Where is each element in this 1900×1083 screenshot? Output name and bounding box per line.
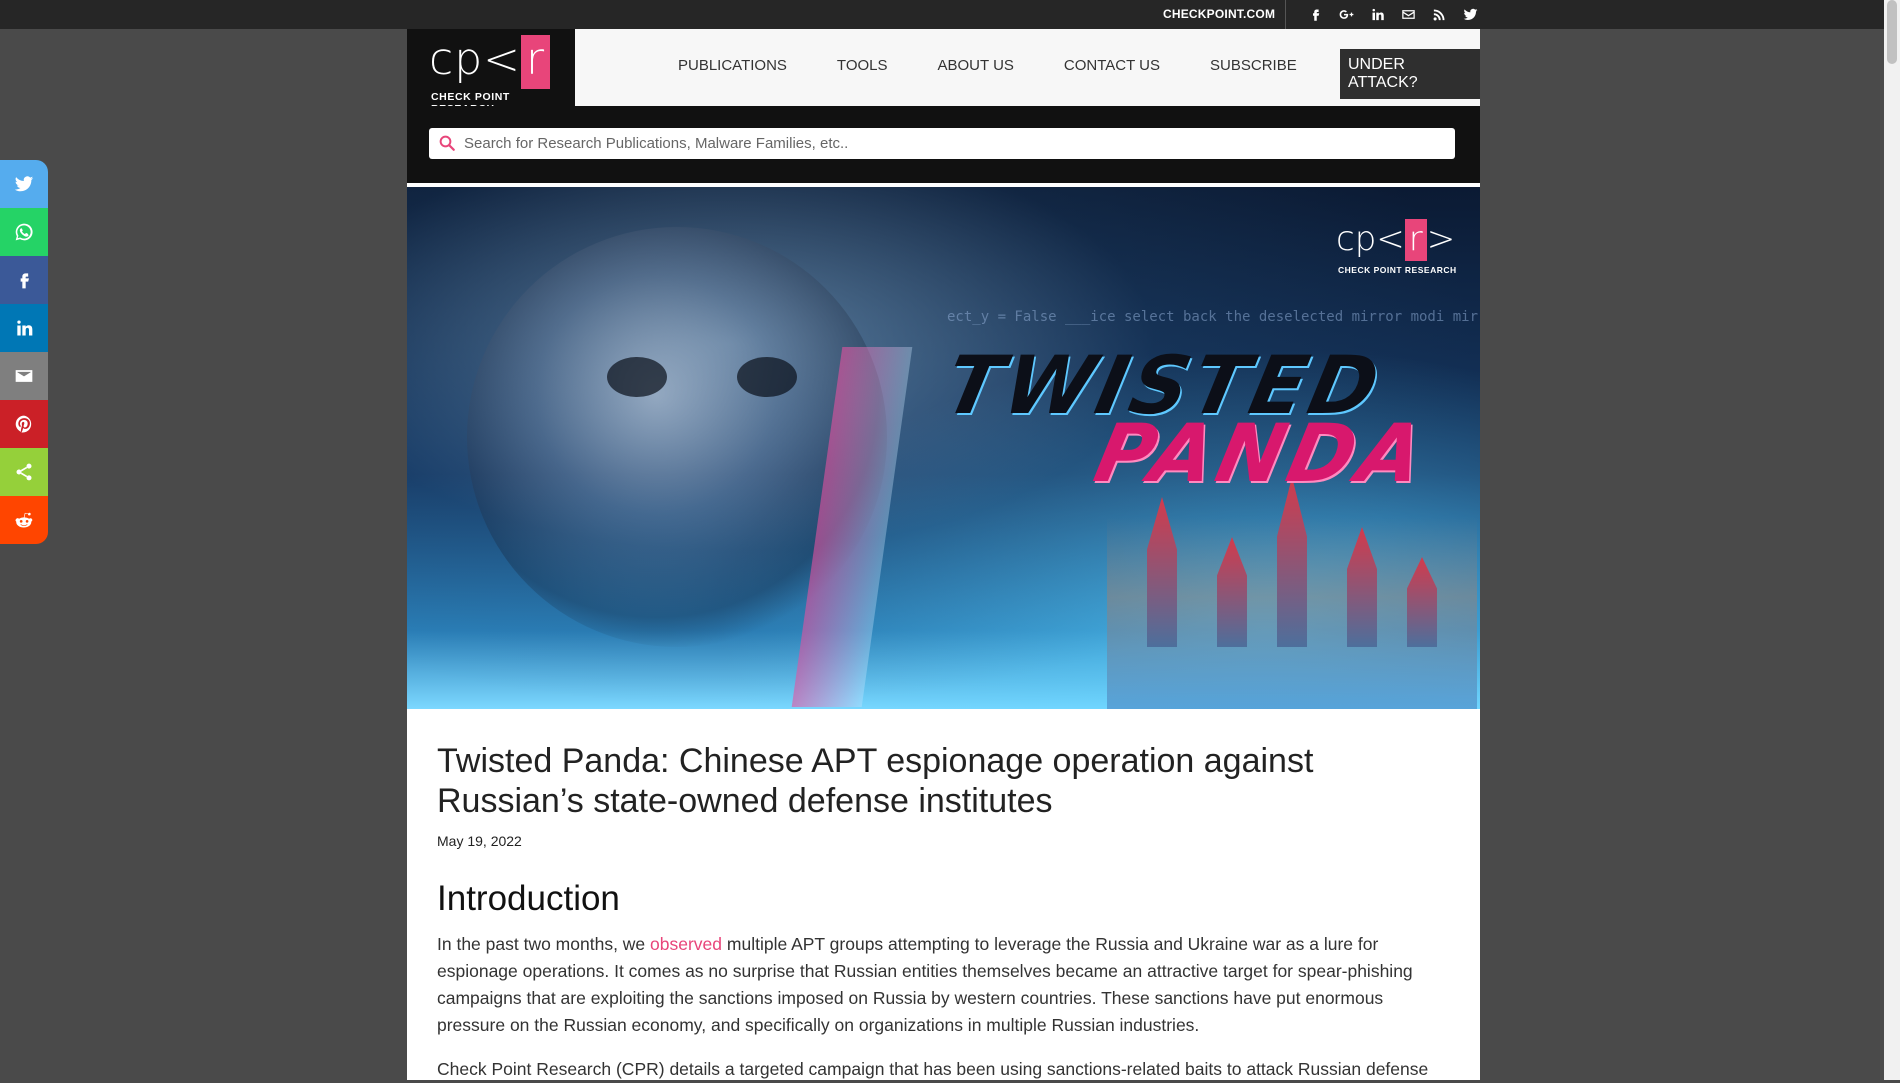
google-plus-icon[interactable] — [1331, 7, 1362, 22]
observed-link[interactable]: observed — [650, 934, 722, 954]
pinterest-share-button[interactable] — [0, 400, 48, 448]
logo-text: CHECK POINT RESEARCH — [1338, 265, 1457, 275]
under-attack-button[interactable]: UNDER ATTACK? — [1340, 49, 1480, 99]
search-bar — [407, 106, 1480, 183]
sharethis-share-button[interactable] — [0, 448, 48, 496]
nav-contact-us[interactable]: CONTACT US — [1064, 57, 1160, 74]
search-box[interactable] — [429, 128, 1455, 159]
rss-icon[interactable] — [1424, 7, 1455, 22]
share-icon — [16, 463, 32, 481]
article-date: May 19, 2022 — [437, 833, 522, 849]
panda-eye-graphic — [737, 357, 797, 397]
paragraph: Check Point Research (CPR) details a tar… — [437, 1059, 1429, 1079]
nav-publications[interactable]: PUBLICATIONS — [678, 57, 787, 74]
mail-icon[interactable] — [1393, 7, 1424, 22]
article-title: Twisted Panda: Chinese APT espionage ope… — [437, 742, 1314, 820]
search-icon — [439, 135, 455, 151]
paragraph-text: In the past two months, we — [437, 934, 651, 954]
spire-graphic — [1217, 537, 1247, 647]
mail-icon — [15, 370, 33, 382]
twitter-icon[interactable] — [1455, 7, 1486, 22]
share-bar — [0, 160, 48, 544]
kremlin-graphic — [1107, 477, 1477, 709]
email-share-button[interactable] — [0, 352, 48, 400]
facebook-icon[interactable] — [1300, 7, 1331, 22]
hero-cpr-logo: cp< r > CHECK POINT RESEARCH — [1336, 217, 1457, 275]
main-nav: PUBLICATIONS TOOLS ABOUT US CONTACT US S… — [678, 57, 1347, 74]
linkedin-share-button[interactable] — [0, 304, 48, 352]
hero-code-text: ect_y = False ___ice select back the des… — [947, 309, 1480, 325]
linkedin-icon — [17, 320, 33, 336]
divider — [1285, 0, 1286, 29]
section-heading: Introduction — [437, 879, 620, 918]
cpr-logo[interactable]: cp<r> CHECK POINT RESEARCH — [407, 29, 575, 142]
nav-subscribe[interactable]: SUBSCRIBE — [1210, 57, 1297, 74]
spire-graphic — [1277, 477, 1307, 647]
pinterest-icon — [15, 415, 32, 433]
panda-eye-graphic — [607, 357, 667, 397]
top-bar: CHECKPOINT.COM — [0, 0, 1900, 29]
twitter-share-button[interactable] — [0, 160, 48, 208]
main-column: cp<r> CHECK POINT RESEARCH PUBLICATIONS … — [407, 29, 1480, 1080]
nav-about-us[interactable]: ABOUT US — [938, 57, 1014, 74]
hero-title-line2: PANDA — [1087, 407, 1436, 500]
paragraph: In the past two months, we observed mult… — [437, 931, 1447, 1039]
scrollbar-thumb[interactable] — [1887, 0, 1897, 64]
checkpoint-link[interactable]: CHECKPOINT.COM — [1163, 7, 1275, 21]
social-links — [1300, 0, 1486, 29]
reddit-icon — [15, 512, 33, 528]
article-body: Twisted Panda: Chinese APT espionage ope… — [407, 709, 1480, 1080]
reddit-share-button[interactable] — [0, 496, 48, 544]
facebook-share-button[interactable] — [0, 256, 48, 304]
whatsapp-share-button[interactable] — [0, 208, 48, 256]
nav-tools[interactable]: TOOLS — [837, 57, 888, 74]
facebook-icon — [20, 273, 29, 289]
logo-mark: cp<r> — [1336, 219, 1456, 261]
search-input[interactable] — [462, 134, 1446, 153]
spire-graphic — [1147, 497, 1177, 647]
whatsapp-icon — [15, 223, 33, 241]
site-header: cp<r> CHECK POINT RESEARCH PUBLICATIONS … — [407, 29, 1480, 142]
spire-graphic — [1347, 527, 1377, 647]
hero-image: ect_y = False ___ice select back the des… — [407, 187, 1480, 709]
linkedin-icon[interactable] — [1362, 7, 1393, 22]
scrollbar-track[interactable] — [1884, 0, 1900, 1080]
twitter-icon — [14, 176, 34, 192]
spire-graphic — [1407, 557, 1437, 647]
